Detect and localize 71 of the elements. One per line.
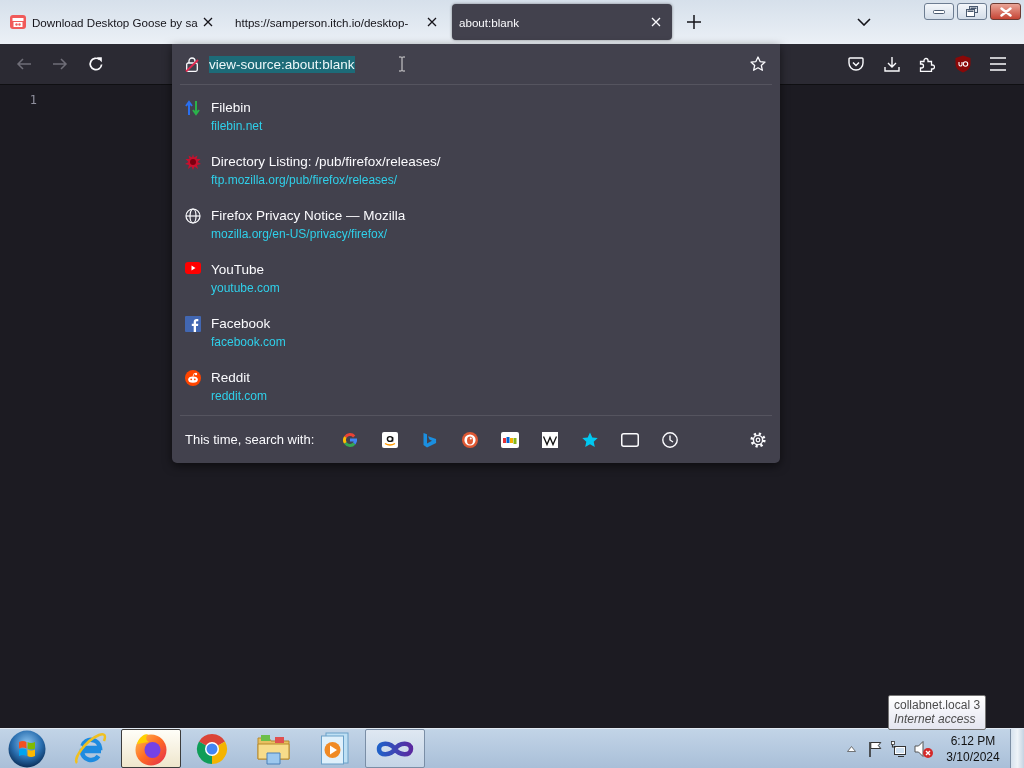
up-arrow-icon	[846, 745, 856, 752]
forward-arrow-icon	[52, 56, 68, 72]
star-icon	[750, 56, 766, 72]
tooltip-title: collabnet.local 3	[894, 698, 981, 712]
globe-icon	[185, 208, 201, 224]
shield-icon	[954, 55, 971, 73]
flag-icon	[868, 740, 882, 757]
history-clock-icon	[662, 431, 678, 448]
facebook-icon	[185, 316, 201, 332]
search-with-label: This time, search with:	[185, 432, 316, 447]
close-icon	[999, 6, 1012, 17]
network-monitor-icon	[891, 740, 907, 757]
infinity-icon	[376, 738, 414, 759]
chevron-down-icon	[857, 18, 871, 26]
folder-icon	[256, 732, 290, 765]
taskbar-button[interactable]	[121, 729, 181, 768]
reddit-icon	[185, 370, 201, 386]
suggestion-title[interactable]: YouTube	[211, 261, 265, 279]
tab-icon	[621, 432, 639, 447]
puzzle-piece-icon	[919, 56, 935, 72]
pocket-icon	[848, 56, 864, 72]
minimize-button[interactable]	[924, 3, 954, 20]
minimize-icon	[933, 9, 945, 14]
tab[interactable]: about:blank	[452, 4, 672, 40]
back-arrow-icon	[16, 56, 32, 72]
google-icon	[342, 431, 358, 448]
reload-icon	[88, 56, 104, 72]
close-icon	[651, 17, 661, 27]
close-window-button[interactable]	[990, 3, 1021, 20]
amazon-icon	[382, 431, 398, 448]
youtube-icon	[185, 262, 201, 274]
text-cursor-icon	[398, 56, 406, 72]
line-number: 1	[28, 92, 37, 108]
plus-icon	[687, 15, 701, 29]
tab[interactable]: Download Desktop Goose by sa	[4, 4, 224, 40]
wikipedia-icon	[542, 431, 558, 448]
download-icon	[883, 56, 900, 72]
suggestion-title[interactable]: Directory Listing: /pub/firefox/releases/	[211, 153, 441, 171]
settings-icon	[750, 431, 766, 448]
suggestion-title[interactable]: Firefox Privacy Notice — Mozilla	[211, 207, 406, 225]
duckduckgo-icon	[462, 431, 478, 448]
tab[interactable]: https://samperson.itch.io/desktop-	[228, 4, 448, 40]
suggestion-url: ftp.mozilla.org/pub/firefox/releases/	[211, 172, 398, 189]
suggestion-url: youtube.com	[211, 280, 280, 297]
taskbar-button[interactable]	[365, 729, 425, 768]
firefox-icon	[134, 731, 168, 766]
suggestion-title[interactable]: Reddit	[211, 369, 251, 387]
suggestion-url: filebin.net	[211, 118, 263, 135]
restore-button[interactable]	[957, 3, 987, 20]
restore-icon	[966, 6, 978, 17]
suggestion-url: facebook.com	[211, 334, 286, 351]
suggestion-url: reddit.com	[211, 388, 268, 405]
tooltip-subtitle: Internet access	[894, 712, 977, 726]
clock-date: 3/10/2024	[946, 748, 1000, 765]
close-icon	[203, 17, 213, 27]
suggestion-title[interactable]: Facebook	[211, 315, 271, 333]
media-player-icon	[319, 732, 349, 765]
internet-explorer-icon	[73, 731, 107, 766]
start-orb-icon	[8, 729, 46, 768]
suggestion-url: mozilla.org/en-US/privacy/firefox/	[211, 226, 388, 243]
ebay-icon	[501, 431, 519, 448]
clock-time: 6:12 PM	[950, 732, 996, 749]
bookmark-star-icon	[582, 431, 598, 448]
show-desktop-button[interactable]	[1010, 729, 1024, 768]
insecure-lock-icon	[185, 56, 199, 72]
menu-icon	[990, 57, 1006, 71]
suggestion-title[interactable]: Filebin	[211, 99, 251, 117]
two-arrows-icon	[185, 100, 201, 116]
chrome-icon	[196, 732, 228, 765]
bing-icon	[422, 431, 438, 448]
close-icon	[427, 17, 437, 27]
